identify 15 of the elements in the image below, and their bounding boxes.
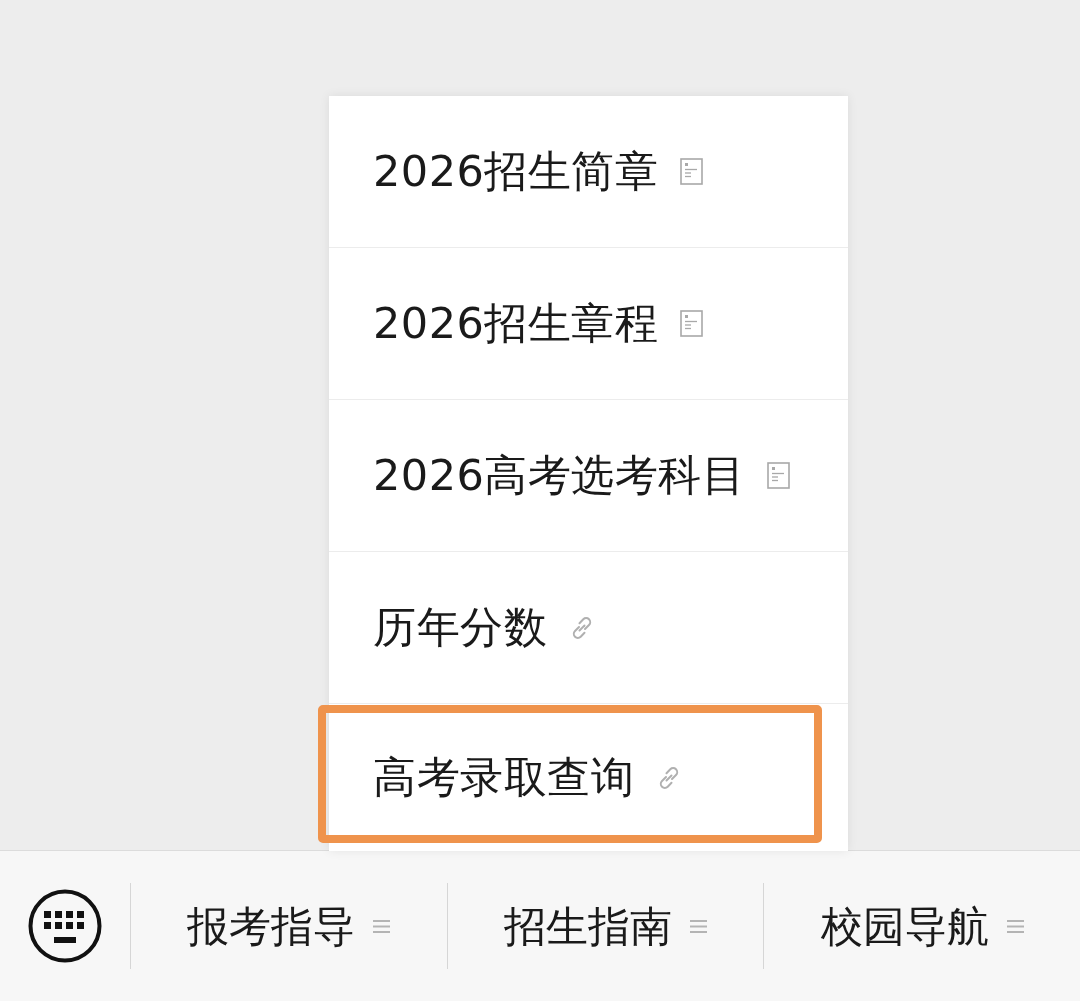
menu-tab[interactable]: 招生指南: [447, 851, 764, 1001]
menu-icon: [1006, 918, 1024, 934]
menu-item[interactable]: 历年分数: [329, 552, 848, 704]
menu-item[interactable]: 2026招生章程: [329, 248, 848, 400]
menu-icon: [690, 918, 707, 934]
menu-item[interactable]: 2026招生简章: [329, 96, 848, 248]
menu-item[interactable]: 高考录取查询: [329, 704, 848, 851]
menu-item[interactable]: 2026高考选考科目: [329, 400, 848, 552]
document-icon: [767, 462, 791, 489]
document-icon: [680, 310, 704, 337]
menu-tab[interactable]: 校园导航: [764, 851, 1080, 1001]
menu-icon: [373, 918, 391, 934]
document-icon: [680, 158, 704, 185]
menu-tab[interactable]: 报考指导: [131, 851, 447, 1001]
keyboard-icon: [28, 889, 102, 963]
